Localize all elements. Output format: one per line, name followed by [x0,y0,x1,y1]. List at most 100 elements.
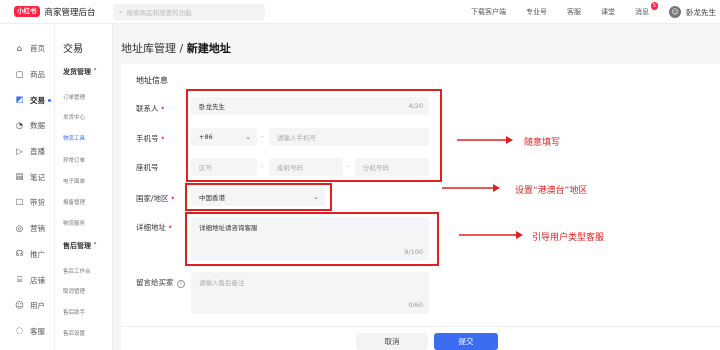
arrow-icon [442,184,500,192]
subnav-item-aftersale-workbench[interactable]: 售后工作台 [63,267,91,275]
note-label-text: 留言给买家 [136,278,174,287]
customer-service-link[interactable]: 客服 [567,7,581,17]
nav-label: 推广 [30,249,45,259]
address-label-text: 详细地址 [136,223,166,232]
download-client-link[interactable]: 下载客户端 [471,7,506,17]
required-mark: • [160,134,165,143]
data-icon: ◔ [15,120,24,131]
required-mark: • [160,104,165,113]
address-label: 详细地址 • [136,222,172,233]
top-links: 下载客户端 专业号 客服 课堂 消息 5 ☺ 卧龙先生 [471,0,720,24]
nav-item-notes[interactable]: ▤ 笔记 [0,164,54,190]
subnav-item-aftersale-settings[interactable]: 售后设置 [63,329,85,337]
phone-label: 手机号 • [136,133,165,144]
nav-item-store[interactable]: ⌸ 店铺 [0,267,54,293]
nav-label: 交易 [30,95,45,105]
live-icon: ▷ [16,146,23,157]
arrow-icon [459,231,523,239]
subnav-item-logistics-tools[interactable]: 物流工具 [63,134,85,142]
top-bar: 小红书 商家管理后台 ⌕ 搜索商品和想要的功能 下载客户端 专业号 客服 课堂 … [0,0,720,24]
subnav-item-report[interactable]: 报备管理 [63,198,85,206]
megaphone-icon: ☊ [15,249,24,260]
nav-label: 店铺 [30,275,45,285]
logo: 小红书 [14,6,40,17]
nav-item-marketing[interactable]: ◎ 营销 [0,216,54,242]
contact-label: 联系人 • [136,103,165,114]
help-icon[interactable]: ? [176,280,185,288]
nav-item-products[interactable]: ▢ 商品 [0,62,54,88]
subnav-item-logistics-service[interactable]: 物流服务 [63,219,85,227]
nav-item-live[interactable]: ▷ 直播 [0,139,54,165]
subnav-item-abnormal-orders[interactable]: 异常订单 [63,156,85,164]
annotation-text-fill-freely: 随意填写 [524,138,561,148]
messages-label: 消息 [635,8,649,16]
nav-item-service[interactable]: ◌ 客服 [0,319,54,345]
note-textarea[interactable]: 请输入售后备注 0/60 [191,272,429,314]
product-icon: ▢ [15,69,24,80]
search-icon: ⌕ [119,7,123,16]
classroom-link[interactable]: 课堂 [601,7,615,17]
nav-item-home[interactable]: ⌂ 首页 [0,36,54,62]
nav-item-promote-goods[interactable]: ☐ 带货 [0,190,54,216]
messages-link[interactable]: 消息 5 [635,2,658,17]
breadcrumb: 地址库管理 / 新建地址 [121,40,231,56]
nav-item-data[interactable]: ◔ 数据 [0,113,54,139]
headset-icon: ◌ [15,326,24,337]
phone-label-text: 手机号 [136,134,159,143]
subnav-item-orders[interactable]: 订单管理 [63,93,85,101]
nav-label: 商品 [30,70,45,80]
nav-label: 带货 [30,198,45,208]
subnav-item-aftersale-assistant[interactable]: 售后助手 [63,308,85,316]
sub-nav: 交易 发货管理 ˄ 订单管理 发货中心 物流工具 异常订单 电子面单 报备管理 … [55,24,113,350]
username: 卧龙先生 [686,7,716,17]
subnav-item-cancel[interactable]: 取消管理 [63,287,85,295]
annotation-text-set-region: 设置“港澳台”地区 [515,186,588,196]
trade-icon: ◩ [15,95,24,106]
breadcrumb-separator: / [179,42,184,55]
contact-label-text: 联系人 [136,104,159,113]
brand[interactable]: 小红书 商家管理后台 [0,6,112,18]
nav-item-users[interactable]: ☺ 用户 [0,293,54,319]
brand-name: 商家管理后台 [44,7,96,18]
arrow-icon [457,136,513,144]
breadcrumb-parent[interactable]: 地址库管理 [121,42,176,55]
nav-label: 客服 [30,326,45,336]
avatar: ☺ [669,6,681,18]
annotation-box-address [185,212,439,266]
breadcrumb-current: 新建地址 [186,42,231,55]
nav-label: 用户 [30,301,45,311]
note-label: 留言给买家? [136,277,185,288]
submit-button[interactable]: 提交 [434,333,498,350]
search-input[interactable]: ⌕ 搜索商品和想要的功能 [113,4,265,20]
landline-label: 座机号 [136,163,159,172]
subnav-item-e-waybill[interactable]: 电子面单 [63,177,85,185]
nav-label: 直播 [30,147,45,157]
notes-icon: ▤ [15,172,24,183]
subnav-group-shipping[interactable]: 发货管理 ˄ [63,67,97,77]
user-menu[interactable]: ☺ 卧龙先生 [669,6,716,18]
bag-icon: ☐ [15,197,24,208]
store-icon: ⌸ [16,275,23,286]
message-count-badge: 5 [650,2,658,10]
annotation-text-guide-service: 引导用户类型客服 [532,233,605,243]
nav-label: 笔记 [30,172,45,182]
search-placeholder: 搜索商品和想要的功能 [126,9,192,17]
note-char-count: 0/60 [408,301,423,309]
cancel-button[interactable]: 取消 [356,333,428,350]
users-icon: ☺ [15,300,24,311]
subnav-group-aftersale[interactable]: 售后管理 ˄ [63,241,97,251]
nav-label: 营销 [30,224,45,234]
required-mark: • [168,223,173,232]
nav-item-trade[interactable]: ◩ 交易 [0,87,54,113]
nav-item-ads[interactable]: ☊ 推广 [0,242,54,268]
annotation-box-region [185,183,332,211]
nav-label: 数据 [30,121,45,131]
pro-account-link[interactable]: 专业号 [526,7,547,17]
left-nav: ⌂ 首页 ▢ 商品 ◩ 交易 ◔ 数据 ▷ 直播 ▤ 笔记 ☐ 带货 ◎ 营销 ☊ 推广 ⌸ 店铺 … [0,24,55,350]
marketing-icon: ◎ [15,223,24,234]
required-mark: • [170,194,175,203]
subnav-item-shipping-center[interactable]: 发货中心 [63,113,85,121]
home-icon: ⌂ [16,43,23,54]
region-label-text: 国家/地区 [136,194,169,203]
subnav-title: 交易 [63,44,83,55]
